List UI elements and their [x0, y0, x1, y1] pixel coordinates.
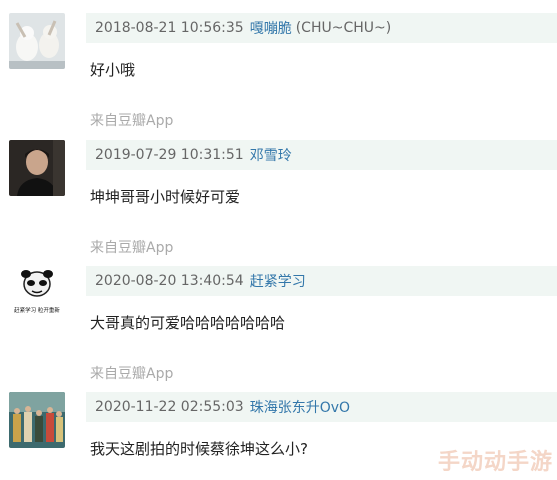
- panda-meme-avatar-image: 赶紧学习 粒开重新: [9, 266, 65, 322]
- comment-meta: 2018-08-21 10:56:35 嘎嘣脆 (CHU~CHU~): [86, 13, 557, 43]
- comment-user-link[interactable]: 珠海张东升OvO: [250, 397, 350, 417]
- comment-time: 2018-08-21 10:56:35: [95, 20, 244, 36]
- avatar[interactable]: [9, 140, 65, 196]
- comment-text: 好小哦: [90, 61, 136, 79]
- comment-time: 2020-11-22 02:55:03: [95, 399, 244, 415]
- watermark-logo: 手动动手游: [437, 450, 553, 475]
- comment-meta: 2019-07-29 10:31:51 邓雪玲: [86, 140, 557, 170]
- avatar[interactable]: [9, 13, 65, 69]
- avatar[interactable]: [9, 392, 65, 448]
- person-avatar-image: [9, 140, 65, 196]
- comment-time: 2020-08-20 13:40:54: [95, 273, 244, 289]
- comment-meta: 2020-08-20 13:40:54 赶紧学习: [86, 266, 557, 296]
- comment-user-link[interactable]: 赶紧学习: [250, 271, 306, 291]
- avatar[interactable]: 赶紧学习 粒开重新: [9, 266, 65, 322]
- avatar-caption: 赶紧学习 粒开重新: [14, 306, 60, 314]
- cat-avatar-image: [9, 13, 65, 69]
- comment-user-link[interactable]: 邓雪玲: [250, 145, 292, 165]
- comment-meta: 2020-11-22 02:55:03 珠海张东升OvO: [86, 392, 557, 422]
- comment-source: 来自豆瓣App: [90, 366, 174, 382]
- comment-text: 大哥真的可爱哈哈哈哈哈哈哈: [90, 314, 286, 332]
- comment-user-suffix: (CHU~CHU~): [295, 20, 392, 36]
- comment-time: 2019-07-29 10:31:51: [95, 147, 244, 163]
- comment-source: 来自豆瓣App: [90, 113, 174, 129]
- comment-source: 来自豆瓣App: [90, 240, 174, 256]
- group-avatar-image: [9, 392, 65, 448]
- comment-text: 我天这剧拍的时候蔡徐坤这么小?: [90, 440, 308, 458]
- comment-text: 坤坤哥哥小时候好可爱: [90, 188, 241, 206]
- comment-user-link[interactable]: 嘎嘣脆: [250, 18, 292, 38]
